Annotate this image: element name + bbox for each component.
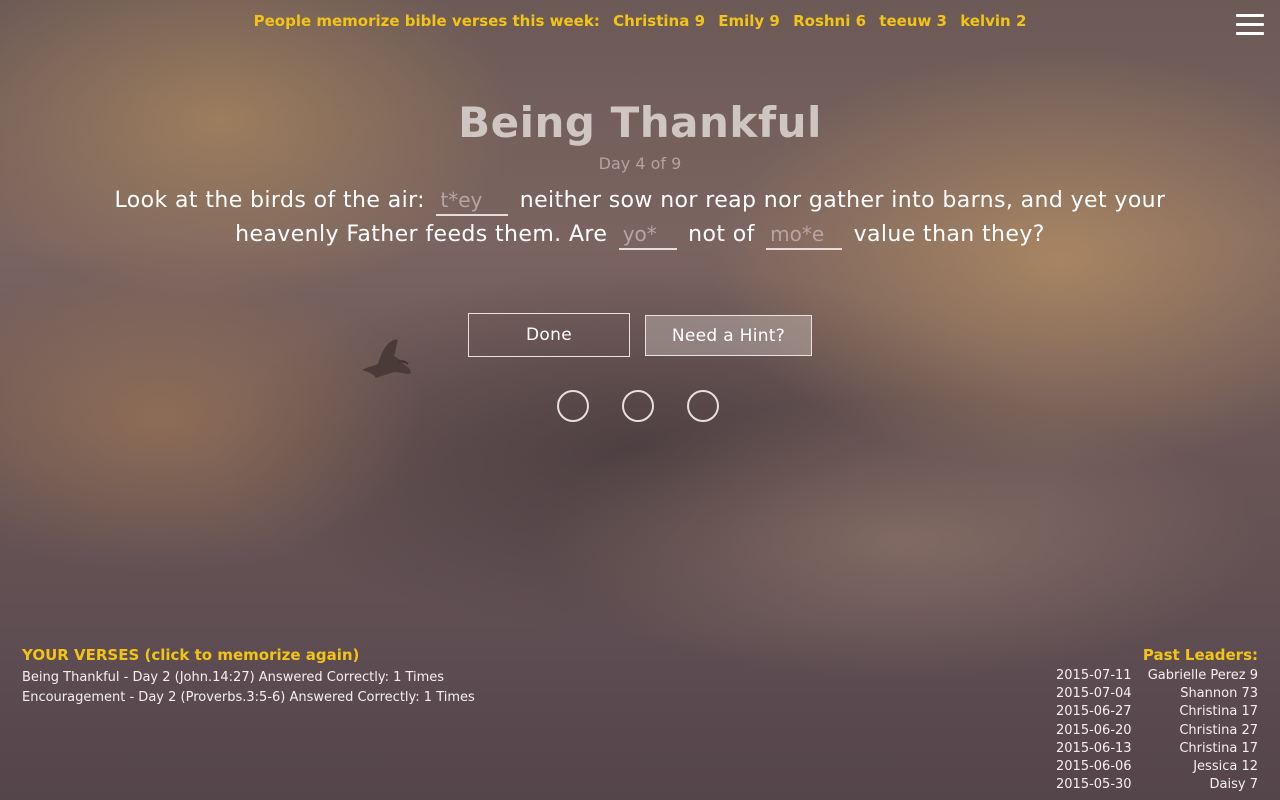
ticker-entry: Emily 9	[718, 12, 780, 30]
leader-date: 2015-07-04	[1056, 686, 1132, 702]
leader-name: Shannon 73	[1180, 686, 1258, 702]
past-leaders-heading: Past Leaders:	[1142, 646, 1258, 664]
weekly-leaders-ticker: People memorize bible verses this week: …	[0, 12, 1280, 30]
ticker-entry: kelvin 2	[960, 12, 1027, 30]
your-verses-heading: YOUR VERSES (click to memorize again)	[22, 646, 360, 664]
verse-blank-3[interactable]	[766, 220, 843, 250]
verse-part: value than they?	[853, 222, 1045, 247]
page-title: Being Thankful	[458, 98, 822, 147]
hamburger-menu-icon[interactable]	[1236, 14, 1264, 36]
your-verses-panel: YOUR VERSES (click to memorize again) Be…	[22, 646, 475, 707]
leader-date: 2015-07-11	[1056, 668, 1132, 683]
leader-name: Gabrielle Perez 9	[1147, 668, 1258, 683]
leader-row: 2015-07-11 Gabrielle Perez 9	[1056, 667, 1258, 685]
day-progress: Day 4 of 9	[598, 154, 682, 173]
leader-name: Christina 17	[1179, 740, 1258, 756]
your-verse-item[interactable]: Encouragement - Day 2 (Proverbs.3:5-6) A…	[22, 688, 475, 708]
ticker-label: People memorize bible verses this week:	[253, 12, 600, 30]
ticker-entry: Christina 9	[613, 12, 706, 30]
verse-blank-1[interactable]	[436, 186, 509, 216]
verse-text: Look at the birds of the air: neither so…	[110, 184, 1170, 252]
leader-row: 2015-07-04 Shannon 73	[1056, 685, 1258, 703]
ticker-entry: Roshni 6	[793, 12, 867, 30]
leader-row: 2015-06-06 Jessica 12	[1056, 758, 1258, 776]
done-button[interactable]: Done	[468, 313, 630, 357]
your-verse-item[interactable]: Being Thankful - Day 2 (John.14:27) Answ…	[22, 668, 475, 688]
leader-date: 2015-06-20	[1056, 722, 1132, 738]
verse-part: not of	[688, 222, 755, 247]
verse-blank-2[interactable]	[618, 220, 677, 250]
leader-date: 2015-06-27	[1056, 704, 1132, 720]
leader-row: 2015-05-30 Daisy 7	[1056, 776, 1258, 794]
leader-row: 2015-06-27 Christina 17	[1056, 703, 1258, 721]
leader-date: 2015-06-13	[1056, 740, 1132, 756]
ticker-entry: teeuw 3	[879, 12, 947, 30]
leader-name: Jessica 12	[1193, 759, 1258, 775]
attempt-circle-icon	[557, 390, 589, 422]
bird-icon	[362, 339, 411, 378]
leader-name: Christina 27	[1179, 722, 1258, 738]
attempt-circle-icon	[687, 390, 720, 422]
leader-name: Daisy 7	[1209, 777, 1258, 793]
leader-date: 2015-05-30	[1056, 777, 1132, 793]
leader-name: Christina 17	[1179, 704, 1258, 720]
leader-row: 2015-06-20 Christina 27	[1056, 722, 1258, 740]
hint-button[interactable]: Need a Hint?	[645, 315, 812, 356]
attempt-circle-icon	[622, 390, 655, 422]
leader-date: 2015-06-06	[1056, 759, 1132, 775]
attempt-indicators	[557, 390, 747, 426]
leader-row: 2015-06-13 Christina 17	[1056, 740, 1258, 758]
past-leaders-panel: Past Leaders: 2015-07-11 Gabrielle Perez …	[1056, 646, 1258, 794]
verse-part: Look at the birds of the air:	[114, 188, 425, 213]
